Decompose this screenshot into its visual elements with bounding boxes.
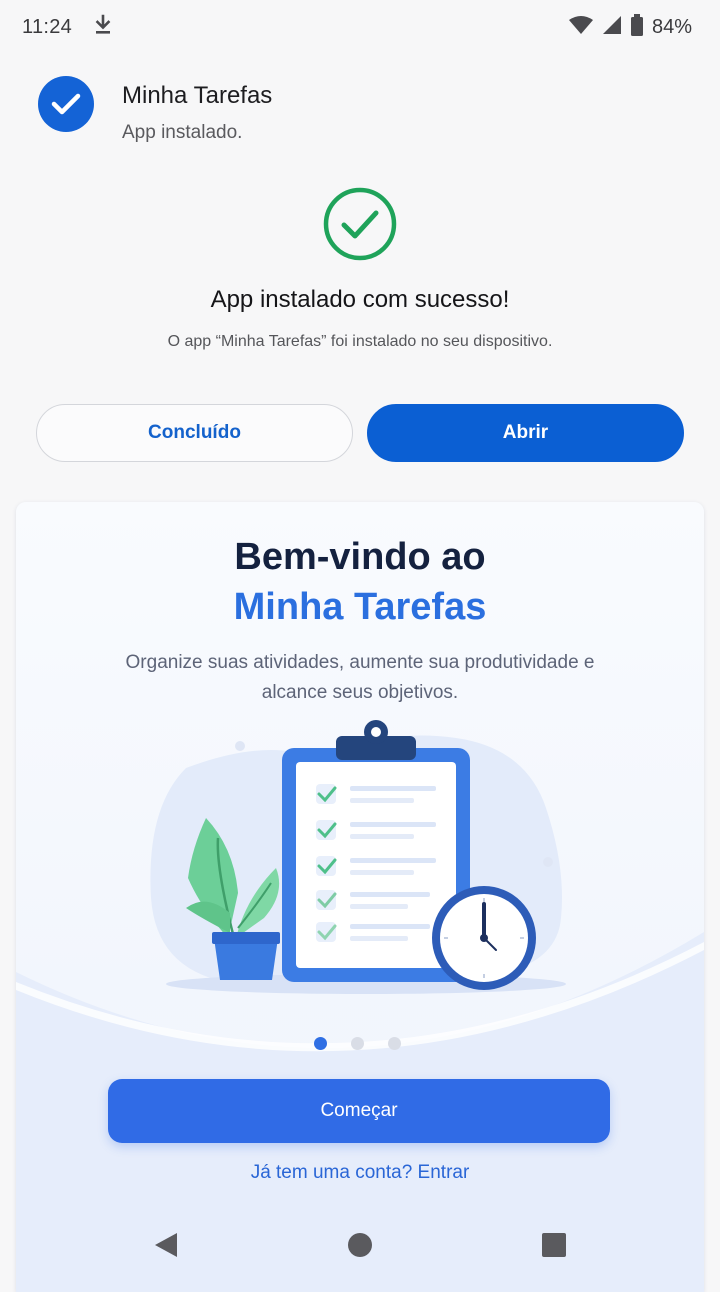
welcome-app-name: Minha Tarefas [233,586,487,628]
success-title: App instalado com sucesso! [210,286,510,313]
pager-dots[interactable] [314,1036,414,1050]
signal-icon [602,15,622,40]
battery-percent: 84% [651,15,692,38]
success-check-icon [322,186,398,262]
wifi-icon [568,15,594,40]
recents-icon[interactable] [536,1227,572,1263]
welcome-description: Organize suas atividades, aumente sua pr… [125,652,595,703]
open-button[interactable]: Abrir [367,404,684,462]
pager-dot[interactable] [388,1036,401,1050]
battery-icon [630,13,644,41]
welcome-card: Bem-vindo ao Minha Tarefas Organize suas… [16,502,704,1292]
welcome-heading: Bem-vindo ao [234,536,486,578]
done-button[interactable]: Concluído [36,404,353,462]
action-buttons: Concluído Abrir [36,404,684,464]
install-notification[interactable]: Minha Tarefas App instalado. [38,76,678,146]
start-button[interactable]: Começar [108,1079,610,1143]
notification-app-name: Minha Tarefas [122,82,273,109]
clipboard-illustration [150,720,566,994]
status-bar: 11:24 84% [0,0,720,54]
notification-subtitle: App instalado. [122,122,243,143]
status-time: 11:24 [22,15,73,38]
success-subtitle: O app “Minha Tarefas” foi instalado no s… [167,333,553,350]
system-nav-bar [0,1210,720,1280]
login-link[interactable]: Já tem uma conta? Entrar [16,1162,704,1184]
check-badge-icon [38,76,94,132]
pager-dot[interactable] [314,1036,327,1050]
back-icon[interactable] [148,1227,184,1263]
download-icon [94,14,112,41]
pager-dot[interactable] [351,1036,364,1050]
home-icon[interactable] [342,1227,378,1263]
